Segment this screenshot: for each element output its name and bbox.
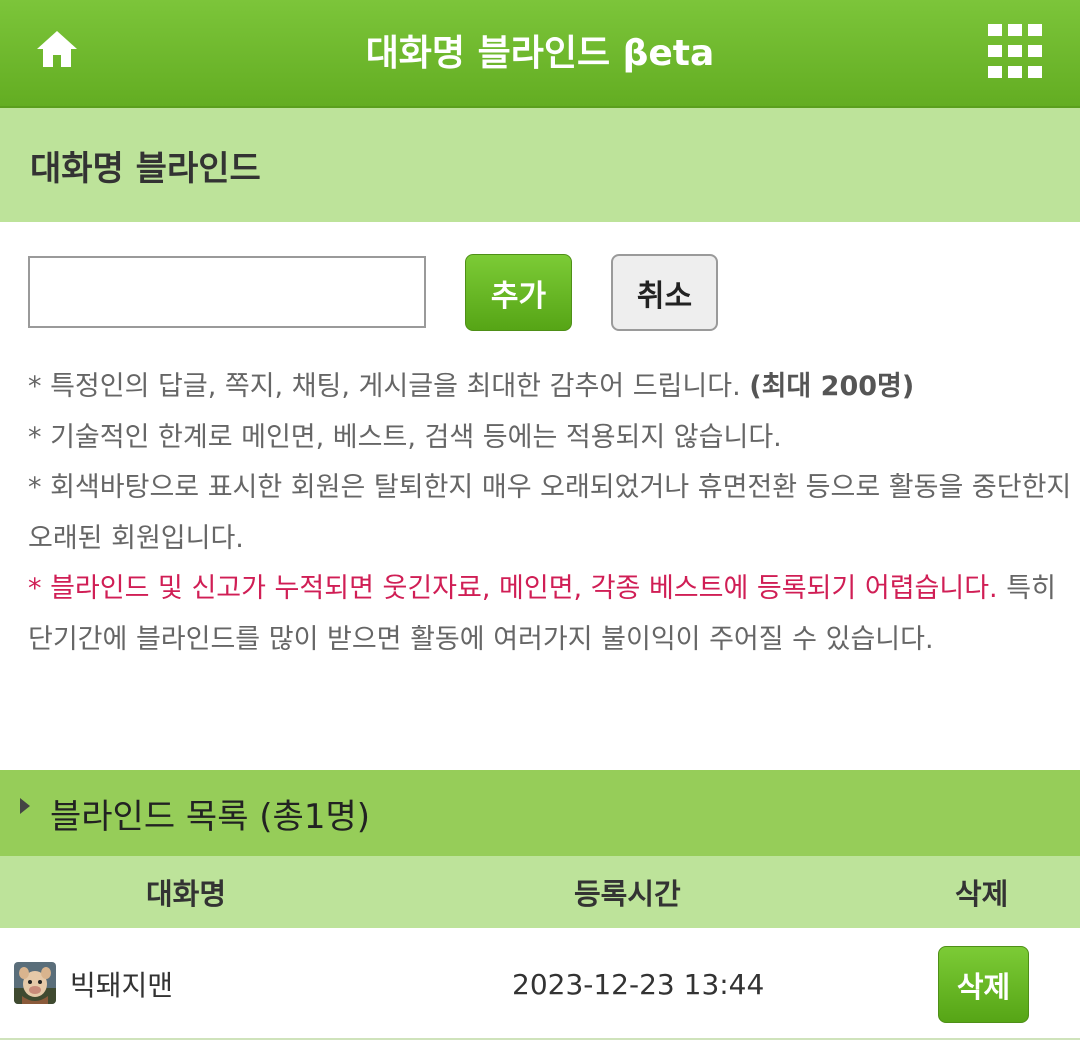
note-line-2: * 기술적인 한계로 메인면, 베스트, 검색 등에는 적용되지 않습니다. <box>28 421 782 453</box>
grid-menu-icon <box>988 24 1042 78</box>
column-registered: 등록시간 <box>574 877 681 911</box>
row-registered-time: 2023-12-23 13:44 <box>512 967 765 1001</box>
add-button[interactable]: 추가 <box>465 254 572 331</box>
row-nickname: 빅돼지맨 <box>70 969 174 1002</box>
avatar <box>14 962 56 1004</box>
blind-list-title: 블라인드 목록 (총1명) <box>50 796 371 837</box>
max-count-note: (최대 200명) <box>749 371 915 402</box>
delete-button[interactable]: 삭제 <box>938 946 1029 1023</box>
app-title: 대화명 블라인드 βeta <box>365 33 715 74</box>
warning-text: * 블라인드 및 신고가 누적되면 웃긴자료, 메인면, 각종 베스트에 등록되… <box>28 573 998 604</box>
table-row: 빅돼지맨 2023-12-23 13:44 삭제 <box>0 928 1080 1040</box>
note-line-3: * 회색바탕으로 표시한 회원은 탈퇴한지 매우 오래되었거나 휴면전환 등으로… <box>28 472 1072 554</box>
note-line-4: * 블라인드 및 신고가 누적되면 웃긴자료, 메인면, 각종 베스트에 등록되… <box>28 573 1056 655</box>
top-bar: 대화명 블라인드 βeta <box>0 0 1080 108</box>
section-title: 대화명 블라인드 <box>0 108 1080 222</box>
note-line-1: * 특정인의 답글, 쪽지, 채팅, 게시글을 최대한 감추어 드립니다. (최… <box>28 371 915 402</box>
notes-block: * 특정인의 답글, 쪽지, 채팅, 게시글을 최대한 감추어 드립니다. (최… <box>28 362 1078 665</box>
column-delete: 삭제 <box>955 877 1009 911</box>
grid-menu-button[interactable] <box>982 20 1048 82</box>
cancel-button[interactable]: 취소 <box>611 254 718 331</box>
column-nickname: 대화명 <box>146 877 227 911</box>
triangle-right-icon <box>20 798 30 814</box>
nickname-input[interactable] <box>28 256 426 328</box>
blind-list-header: 블라인드 목록 (총1명) <box>0 770 1080 856</box>
table-header: 대화명 등록시간 삭제 <box>0 856 1080 928</box>
